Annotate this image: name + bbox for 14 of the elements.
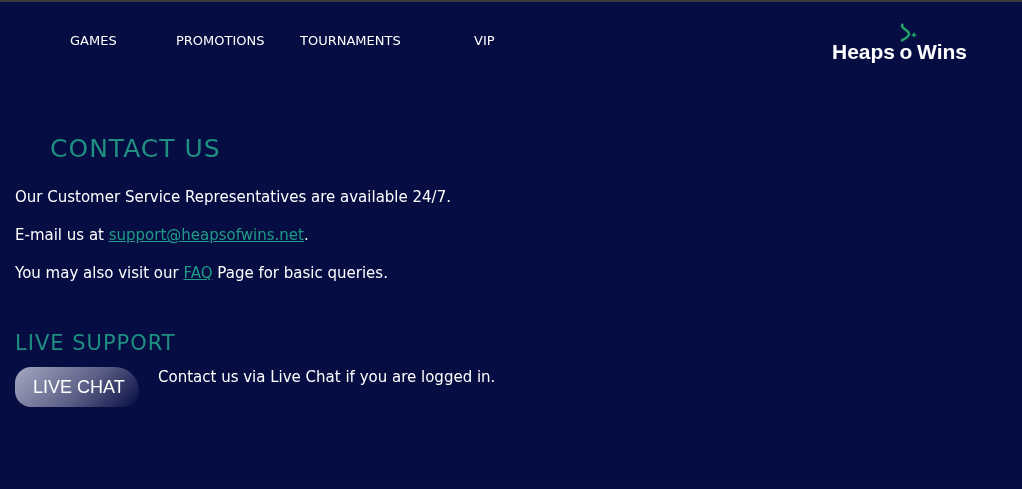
contact-text: You may also visit our FAQ Page for basic queries. bbox=[15, 263, 389, 283]
nav-link[interactable]: PROMOTIONS bbox=[176, 32, 300, 48]
live-chat-text: Contact us via Live Chat if you are logged in. bbox=[158, 367, 496, 387]
text-link[interactable]: FAQ bbox=[183, 264, 213, 282]
section-title: CONTACT US bbox=[50, 134, 222, 163]
section-title: LIVE SUPPORT bbox=[15, 331, 177, 355]
contact-text: E-mail us at support@heapsofwins.net. bbox=[15, 225, 310, 245]
nav-link[interactable]: VIP bbox=[474, 32, 495, 48]
live-chat-button[interactable]: LIVE CHAT bbox=[15, 367, 139, 407]
logo[interactable]: Heaps o Wins bbox=[832, 22, 967, 64]
contact-text: Our Customer Service Representatives are available 24/7. bbox=[15, 187, 452, 207]
nav-link[interactable]: GAMES bbox=[70, 32, 176, 48]
text-link[interactable]: support@heapsofwins.net bbox=[108, 226, 304, 244]
nav-link[interactable]: TOURNAMENTS bbox=[300, 32, 474, 48]
